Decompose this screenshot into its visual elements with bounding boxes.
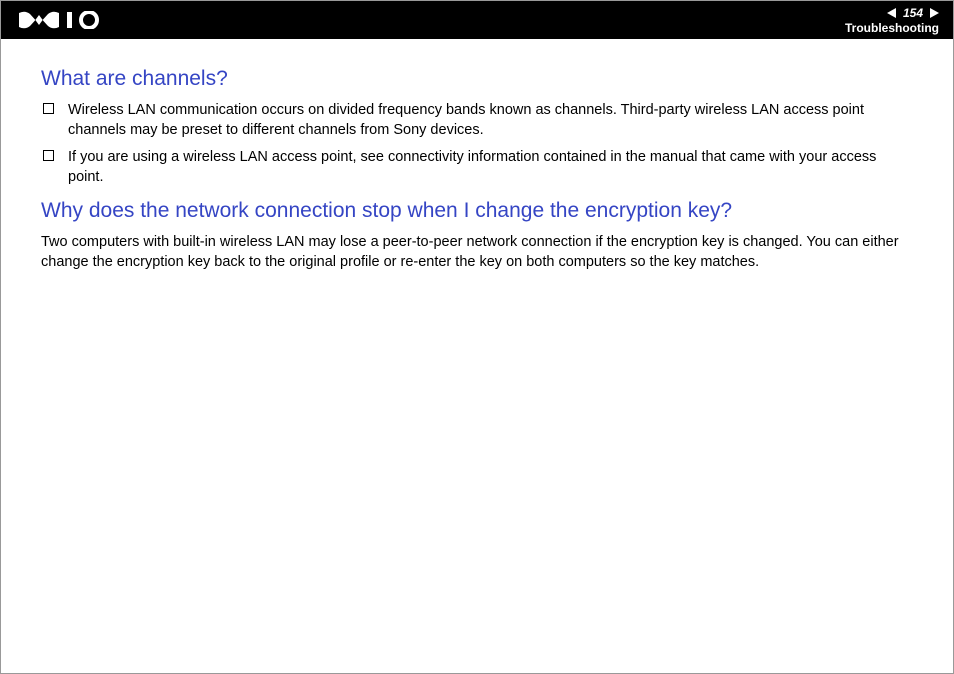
channels-list: Wireless LAN communication occurs on div… xyxy=(41,101,913,187)
section-label: Troubleshooting xyxy=(845,21,939,35)
prev-page-icon[interactable] xyxy=(887,8,896,18)
list-item-text: If you are using a wireless LAN access p… xyxy=(68,148,913,187)
page-header: 154 Troubleshooting xyxy=(1,1,953,39)
vaio-logo xyxy=(19,11,111,29)
page-number: 154 xyxy=(900,6,926,20)
list-item: If you are using a wireless LAN access p… xyxy=(41,148,913,187)
header-right: 154 Troubleshooting xyxy=(845,6,939,35)
bullet-icon xyxy=(43,103,54,114)
paragraph-encryption: Two computers with built-in wireless LAN… xyxy=(41,233,913,272)
list-item-text: Wireless LAN communication occurs on div… xyxy=(68,101,913,140)
heading-encryption: Why does the network connection stop whe… xyxy=(41,199,913,223)
page-content: What are channels? Wireless LAN communic… xyxy=(1,39,953,272)
bullet-icon xyxy=(43,150,54,161)
page-navigation: 154 xyxy=(887,6,939,20)
list-item: Wireless LAN communication occurs on div… xyxy=(41,101,913,140)
heading-channels: What are channels? xyxy=(41,67,913,91)
next-page-icon[interactable] xyxy=(930,8,939,18)
